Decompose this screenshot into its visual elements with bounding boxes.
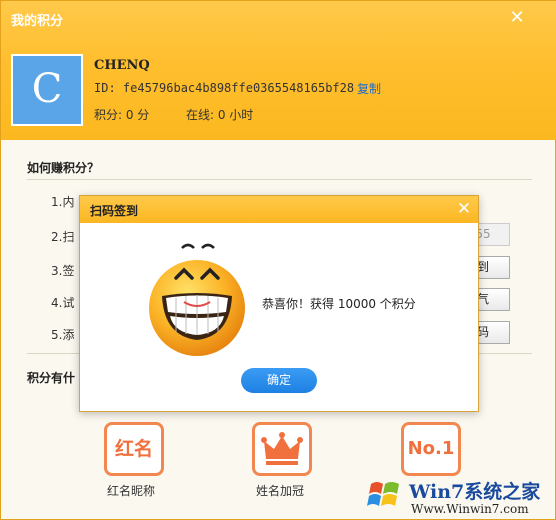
copy-id-link[interactable]: 复制 <box>357 80 381 97</box>
crown-icon <box>252 422 312 476</box>
no1-icon-text: No.1 <box>407 438 455 459</box>
window-title: 我的积分 <box>11 14 64 29</box>
dialog-message: 恭喜你！获得 10000 个积分 <box>262 297 416 311</box>
earn-divider <box>27 179 532 180</box>
user-id: ID: fe45796bac4b898ffe0365548165bf28 <box>94 81 355 95</box>
earn-section-title: 如何赚积分？ <box>27 161 100 175</box>
sign-in-dialog: 扫码签到 ✕ 恭喜你！获得 10000 个积分 确定 <box>79 195 479 412</box>
privilege-label-red-name: 红名昵称 <box>106 484 155 498</box>
task-item-1: 1.内 <box>51 195 75 209</box>
privilege-label-crown: 姓名加冠 <box>255 484 304 498</box>
watermark-brand: Win7系统之家 <box>409 481 541 503</box>
profile-header: 我的积分 ✕ C CHENQ ID: fe45796bac4b898ffe036… <box>1 1 556 140</box>
task-item-2: 2.扫 <box>51 230 75 244</box>
username: CHENQ <box>94 58 150 73</box>
red-name-icon-text: 红名 <box>114 438 153 460</box>
task-item-3: 3.签 <box>51 264 75 278</box>
task-item-5: 5.添 <box>51 328 75 342</box>
dialog-header: 扫码签到 ✕ <box>80 196 478 223</box>
dialog-title: 扫码签到 <box>90 204 139 218</box>
task-item-4: 4.试 <box>51 296 75 310</box>
online-time: 在线: 0 小时 <box>186 108 254 122</box>
confirm-button[interactable]: 确定 <box>241 368 317 393</box>
dialog-close-icon[interactable]: ✕ <box>455 199 473 219</box>
avatar: C <box>11 54 83 126</box>
points-balance: 积分: 0 分 <box>94 108 150 122</box>
smiley-face-icon <box>149 243 245 356</box>
red-name-icon: 红名 <box>104 422 164 476</box>
watermark-url: Www.Winwin7.com <box>411 502 529 516</box>
no1-icon: No.1 <box>401 422 461 476</box>
windows-logo-icon <box>367 482 399 506</box>
use-section-title: 积分有什 <box>27 371 76 385</box>
crown-icon-graphic <box>261 432 303 465</box>
window-close-icon[interactable]: ✕ <box>508 9 526 27</box>
